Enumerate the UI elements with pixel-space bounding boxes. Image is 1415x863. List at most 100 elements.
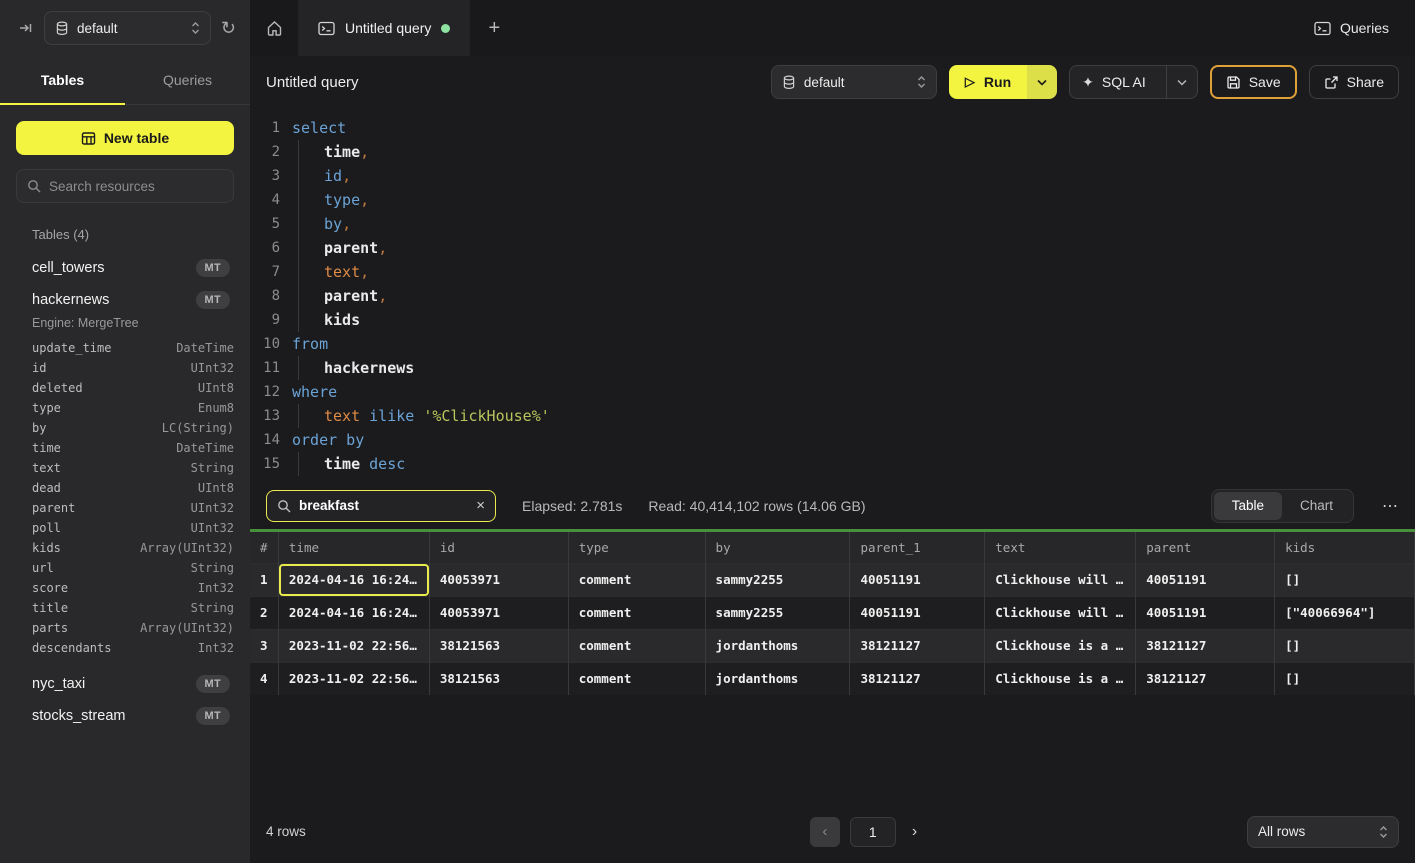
queries-button[interactable]: Queries <box>1288 0 1415 56</box>
data-cell[interactable]: Clickhouse is a … <box>985 629 1136 662</box>
new-tab-button[interactable]: + <box>470 0 518 56</box>
data-cell[interactable]: jordanthoms <box>705 662 850 695</box>
data-cell[interactable]: 2023-11-02 22:56… <box>278 629 429 662</box>
data-cell[interactable]: sammy2255 <box>705 596 850 629</box>
data-cell[interactable]: 2023-11-02 22:56… <box>278 662 429 695</box>
line-number: 5 <box>250 212 280 236</box>
data-cell[interactable]: 40051191 <box>1136 563 1275 596</box>
editor-line: 7text, <box>250 260 1415 284</box>
column-name: time <box>32 441 61 456</box>
sql-ai-button[interactable]: ✦ SQL AI <box>1069 65 1198 99</box>
search-icon <box>27 179 41 193</box>
next-page-button[interactable]: › <box>906 823 923 841</box>
data-cell[interactable]: [] <box>1275 629 1415 662</box>
data-cell[interactable]: 40051191 <box>850 563 985 596</box>
column-row: update_timeDateTime <box>16 338 234 358</box>
chevron-right-icon: › <box>912 823 917 840</box>
line-code: type, <box>292 188 369 212</box>
collapse-sidebar-button[interactable] <box>18 20 34 36</box>
row-number-cell: 3 <box>250 629 278 662</box>
database-icon <box>782 75 796 90</box>
run-options-button[interactable] <box>1027 65 1057 99</box>
ellipsis-icon: ⋯ <box>1382 498 1399 515</box>
view-toggle-table[interactable]: Table <box>1214 492 1282 520</box>
table-item-stocks-stream[interactable]: stocks_stream MT <box>16 700 234 732</box>
line-number: 12 <box>250 380 280 404</box>
sidebar-search[interactable] <box>16 169 234 203</box>
data-cell[interactable]: 40051191 <box>1136 596 1275 629</box>
editor-line: 1select <box>250 116 1415 140</box>
data-cell[interactable]: comment <box>568 662 705 695</box>
data-cell[interactable]: comment <box>568 563 705 596</box>
editor-line: 12where <box>250 380 1415 404</box>
data-cell[interactable]: jordanthoms <box>705 629 850 662</box>
data-cell[interactable]: Clickhouse will … <box>985 563 1136 596</box>
view-toggle-chart[interactable]: Chart <box>1282 492 1351 520</box>
page-number-input[interactable] <box>850 817 896 847</box>
data-cell[interactable]: 38121127 <box>850 629 985 662</box>
queries-label: Queries <box>1340 20 1389 36</box>
data-cell[interactable]: 38121127 <box>850 662 985 695</box>
tables-section-label: Tables (4) <box>32 227 234 242</box>
results-more-button[interactable]: ⋯ <box>1382 496 1399 516</box>
share-button[interactable]: Share <box>1309 65 1399 99</box>
data-cell[interactable]: ["40066964"] <box>1275 596 1415 629</box>
query-header: Untitled query default ▷ Run <box>250 56 1415 108</box>
table-item-nyc-taxi[interactable]: nyc_taxi MT <box>16 668 234 700</box>
data-cell[interactable]: [] <box>1275 662 1415 695</box>
data-cell[interactable]: Clickhouse will … <box>985 596 1136 629</box>
new-table-button[interactable]: New table <box>16 121 234 155</box>
sql-editor[interactable]: 1select2time,3id,4type,5by,6parent,7text… <box>250 108 1415 482</box>
data-cell[interactable]: 40051191 <box>850 596 985 629</box>
results-column-header: kids <box>1275 532 1415 563</box>
editor-line: 11hackernews <box>250 356 1415 380</box>
results-column-header: id <box>429 532 568 563</box>
column-row: deadUInt8 <box>16 478 234 498</box>
results-body: 12024-04-16 16:24…40053971commentsammy22… <box>250 563 1415 695</box>
query-database-selector[interactable]: default <box>771 65 937 99</box>
line-number: 7 <box>250 260 280 284</box>
clear-search-button[interactable]: × <box>476 497 485 514</box>
sidebar-search-input[interactable] <box>49 179 223 194</box>
data-cell[interactable]: 38121127 <box>1136 662 1275 695</box>
data-cell[interactable]: sammy2255 <box>705 563 850 596</box>
hackernews-columns: update_timeDateTimeidUInt32deletedUInt8t… <box>16 338 234 658</box>
table-item-hackernews[interactable]: hackernews MT <box>16 284 234 316</box>
tab-untitled-query[interactable]: Untitled query <box>298 0 470 56</box>
save-button[interactable]: Save <box>1210 65 1297 99</box>
page-size-selector[interactable]: All rows <box>1247 816 1399 848</box>
table-item-cell-towers[interactable]: cell_towers MT <box>16 252 234 284</box>
data-cell[interactable]: 38121127 <box>1136 629 1275 662</box>
data-cell[interactable]: [] <box>1275 563 1415 596</box>
data-cell[interactable]: 38121563 <box>429 629 568 662</box>
engine-label: Engine: MergeTree <box>32 316 234 330</box>
data-cell[interactable]: comment <box>568 596 705 629</box>
results-search[interactable]: × <box>266 490 496 522</box>
column-name: dead <box>32 481 61 496</box>
prev-page-button[interactable]: ‹ <box>810 817 840 847</box>
query-database-value: default <box>804 75 845 90</box>
editor-line: 14order by <box>250 428 1415 452</box>
data-cell[interactable]: 38121563 <box>429 662 568 695</box>
data-cell[interactable]: 40053971 <box>429 563 568 596</box>
sidebar-tab-tables[interactable]: Tables <box>0 56 125 104</box>
data-cell[interactable]: Clickhouse is a … <box>985 662 1136 695</box>
refresh-button[interactable]: ↻ <box>221 18 236 39</box>
data-cell[interactable]: 2024-04-16 16:24… <box>278 563 429 596</box>
results-column-header: parent_1 <box>850 532 985 563</box>
editor-line: 2time, <box>250 140 1415 164</box>
run-button[interactable]: ▷ Run <box>949 65 1027 99</box>
data-cell[interactable]: comment <box>568 629 705 662</box>
data-cell[interactable]: 40053971 <box>429 596 568 629</box>
data-cell[interactable]: 2024-04-16 16:24… <box>278 596 429 629</box>
sidebar-database-selector[interactable]: default <box>44 11 211 45</box>
sidebar-tabs: Tables Queries <box>0 56 250 105</box>
row-number-cell: 2 <box>250 596 278 629</box>
home-tab[interactable] <box>250 0 298 56</box>
results-search-input[interactable] <box>299 498 468 513</box>
line-number: 11 <box>250 356 280 380</box>
sql-ai-options-button[interactable] <box>1166 66 1197 98</box>
sidebar-tab-queries[interactable]: Queries <box>125 56 250 104</box>
column-type: UInt32 <box>191 361 234 376</box>
table-row: 42023-11-02 22:56…38121563commentjordant… <box>250 662 1415 695</box>
